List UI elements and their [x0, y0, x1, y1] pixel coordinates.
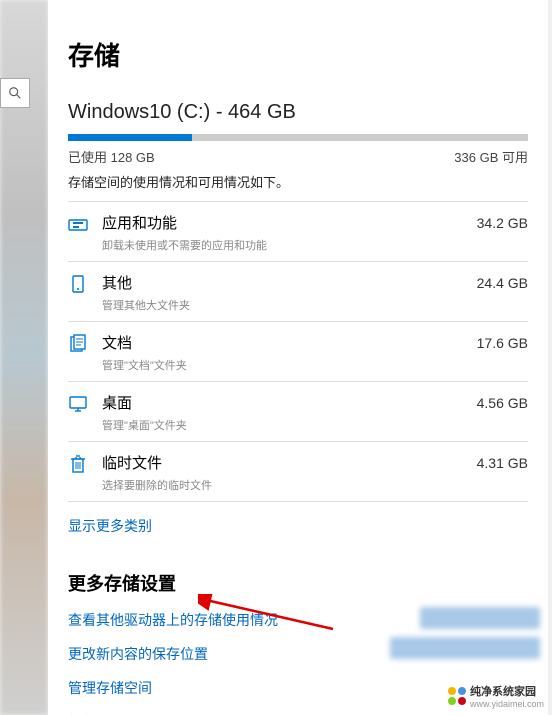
category-name: 临时文件: [102, 452, 162, 473]
category-name: 桌面: [102, 392, 132, 413]
show-more-link[interactable]: 显示更多类别: [68, 516, 528, 536]
category-size: 4.56 GB: [477, 395, 528, 411]
blur-overlay: [390, 637, 540, 659]
category-item[interactable]: 文档 17.6 GB 管理"文档"文件夹: [68, 321, 528, 381]
search-button[interactable]: [0, 78, 30, 108]
watermark-text: 纯净系统家园 www.yidaimei.com: [470, 683, 544, 709]
other-icon: [68, 274, 90, 299]
category-name: 其他: [102, 272, 132, 293]
storage-progress-fill: [68, 134, 192, 141]
category-item[interactable]: 其他 24.4 GB 管理其他大文件夹: [68, 261, 528, 321]
category-item[interactable]: 应用和功能 34.2 GB 卸载未使用或不需要的应用和功能: [68, 201, 528, 261]
desktop-icon: [68, 394, 90, 419]
usage-note: 存储空间的使用情况和可用情况如下。: [68, 172, 528, 191]
category-body: 文档 17.6 GB 管理"文档"文件夹: [102, 332, 528, 373]
usage-row: 已使用 128 GB 336 GB 可用: [68, 147, 528, 166]
more-settings-heading: 更多存储设置: [68, 570, 528, 596]
category-body: 其他 24.4 GB 管理其他大文件夹: [102, 272, 528, 313]
category-desc: 选择要删除的临时文件: [102, 477, 528, 493]
category-name: 应用和功能: [102, 212, 177, 233]
blur-overlay: [420, 607, 540, 629]
category-desc: 管理"文档"文件夹: [102, 357, 528, 373]
category-size: 4.31 GB: [477, 455, 528, 471]
category-item[interactable]: 桌面 4.56 GB 管理"桌面"文件夹: [68, 381, 528, 441]
free-label: 336 GB 可用: [454, 147, 528, 166]
drive-title: Windows10 (C:) - 464 GB: [68, 101, 528, 124]
category-item[interactable]: 临时文件 4.31 GB 选择要删除的临时文件: [68, 441, 528, 502]
watermark-logo: [448, 687, 466, 705]
category-body: 应用和功能 34.2 GB 卸载未使用或不需要的应用和功能: [102, 212, 528, 253]
category-desc: 卸载未使用或不需要的应用和功能: [102, 237, 528, 253]
page-title: 存储: [68, 36, 528, 73]
category-name: 文档: [102, 332, 132, 353]
category-size: 24.4 GB: [477, 275, 528, 291]
search-icon: [8, 86, 22, 100]
category-desc: 管理"桌面"文件夹: [102, 417, 528, 433]
watermark: 纯净系统家园 www.yidaimei.com: [448, 683, 544, 709]
category-size: 34.2 GB: [477, 215, 528, 231]
category-size: 17.6 GB: [477, 335, 528, 351]
category-list: 应用和功能 34.2 GB 卸载未使用或不需要的应用和功能其他 24.4 GB 管理其他…: [68, 201, 528, 502]
category-body: 桌面 4.56 GB 管理"桌面"文件夹: [102, 392, 528, 433]
category-desc: 管理其他大文件夹: [102, 297, 528, 313]
storage-progress-bar: [68, 134, 528, 141]
used-label: 已使用 128 GB: [68, 147, 155, 166]
documents-icon: [68, 334, 90, 359]
apps-icon: [68, 214, 90, 239]
category-body: 临时文件 4.31 GB 选择要删除的临时文件: [102, 452, 528, 493]
temp-icon: [68, 454, 90, 479]
